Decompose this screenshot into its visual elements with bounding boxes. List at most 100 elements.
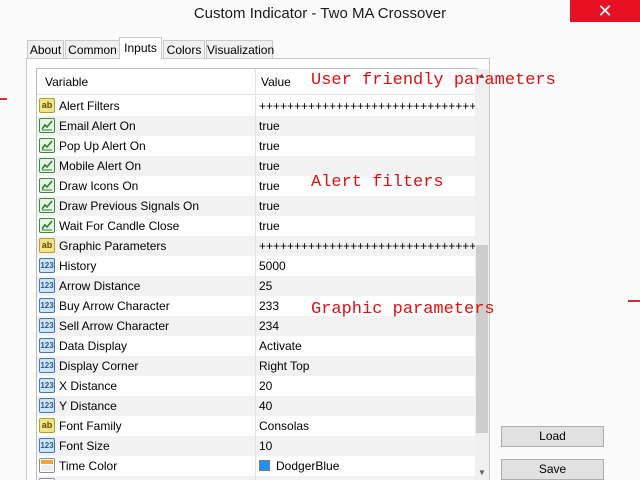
table-row[interactable]: Spread ColorRed <box>37 476 477 480</box>
variable-name: Pop Up Alert On <box>59 139 146 153</box>
table-row[interactable]: 123 Font Size 10 <box>37 436 477 456</box>
color-icon <box>39 458 55 473</box>
annotation-user-friendly: User friendly parameters <box>311 71 556 90</box>
load-button[interactable]: Load <box>501 426 604 447</box>
numeric-icon: 123 <box>39 318 55 333</box>
save-button[interactable]: Save <box>501 459 604 480</box>
table-row[interactable]: Time Color DodgerBlue <box>37 456 477 476</box>
cell-divider <box>255 456 256 476</box>
bool-icon <box>39 118 55 133</box>
tab-visualization[interactable]: Visualization <box>206 40 274 58</box>
table-row[interactable]: 123 History 5000 <box>37 256 477 276</box>
value-cell[interactable]: 5000 <box>259 259 286 273</box>
numeric-icon: 123 <box>39 338 55 353</box>
close-icon: ✕ <box>597 1 613 21</box>
cell-divider <box>255 176 256 196</box>
table-row[interactable]: Pop Up Alert On true <box>37 136 477 156</box>
value-cell[interactable]: 40 <box>259 399 272 413</box>
ab-text-icon: ab <box>39 98 55 113</box>
variable-name: Y Distance <box>59 399 117 413</box>
cell-divider <box>255 216 256 236</box>
numeric-icon: 123 <box>39 438 55 453</box>
value-cell[interactable]: true <box>259 159 280 173</box>
chart-line-fragment <box>0 98 7 100</box>
window-title: Custom Indicator - Two MA Crossover <box>193 5 447 22</box>
column-header-value[interactable]: Value <box>261 75 291 89</box>
table-row[interactable]: 123 Data Display Activate <box>37 336 477 356</box>
cell-divider <box>255 136 256 156</box>
tab-inputs[interactable]: Inputs <box>119 37 162 59</box>
scrollbar-thumb[interactable] <box>476 245 488 433</box>
variable-name: Time Color <box>59 459 118 473</box>
variable-name: Display Corner <box>59 359 139 373</box>
value-cell[interactable]: true <box>259 119 280 133</box>
variable-name: Graphic Parameters <box>59 239 167 253</box>
variable-name: Alert Filters <box>59 99 120 113</box>
variable-name: Draw Icons On <box>59 179 139 193</box>
chart-line-fragment <box>628 300 640 302</box>
cell-divider <box>255 276 256 296</box>
variable-name: Data Display <box>59 339 128 353</box>
variable-name: Mobile Alert On <box>59 159 142 173</box>
numeric-icon: 123 <box>39 278 55 293</box>
table-row[interactable]: 123 Arrow Distance 25 <box>37 276 477 296</box>
table-row[interactable]: 123 Y Distance 40 <box>37 396 477 416</box>
variable-name: Font Family <box>59 419 122 433</box>
table-row[interactable]: Draw Previous Signals On true <box>37 196 477 216</box>
value-cell[interactable]: 234 <box>259 319 279 333</box>
color-swatch[interactable] <box>259 460 270 471</box>
value-cell[interactable]: 233 <box>259 299 279 313</box>
grid-scrollbar[interactable]: ▲ ▼ <box>475 69 489 480</box>
value-cell[interactable]: true <box>259 199 280 213</box>
column-divider[interactable] <box>255 69 256 94</box>
cell-divider <box>255 376 256 396</box>
cell-divider <box>255 436 256 456</box>
variable-name: X Distance <box>59 379 118 393</box>
value-cell[interactable]: ++++++++++++++++++++++++++++++++ <box>259 239 477 253</box>
table-row[interactable]: 123 X Distance 20 <box>37 376 477 396</box>
cell-divider <box>255 96 256 116</box>
table-row[interactable]: Email Alert On true <box>37 116 477 136</box>
variable-name: Arrow Distance <box>59 279 141 293</box>
dialog-window: Custom Indicator - Two MA Crossover ✕ Ab… <box>0 0 640 480</box>
column-header-variable[interactable]: Variable <box>45 75 88 89</box>
value-cell[interactable]: Consolas <box>259 419 309 433</box>
annotation-alert-filters: Alert filters <box>311 173 444 192</box>
close-button[interactable]: ✕ <box>570 0 640 22</box>
title-bar[interactable]: Custom Indicator - Two MA Crossover ✕ <box>0 0 640 30</box>
bool-icon <box>39 138 55 153</box>
tab-common[interactable]: Common <box>65 40 120 58</box>
variable-name: Buy Arrow Character <box>59 299 170 313</box>
value-cell[interactable]: 20 <box>259 379 272 393</box>
tab-colors[interactable]: Colors <box>163 40 205 58</box>
value-cell[interactable]: true <box>259 139 280 153</box>
cell-divider <box>255 336 256 356</box>
table-row[interactable]: 123 Sell Arrow Character 234 <box>37 316 477 336</box>
tab-about[interactable]: About <box>27 40 64 58</box>
numeric-icon: 123 <box>39 378 55 393</box>
cell-divider <box>255 116 256 136</box>
numeric-icon: 123 <box>39 398 55 413</box>
numeric-icon: 123 <box>39 258 55 273</box>
table-row[interactable]: ab Graphic Parameters ++++++++++++++++++++… <box>37 236 477 256</box>
value-cell[interactable]: ++++++++++++++++++++++++++++++++ <box>259 99 477 113</box>
table-row[interactable]: 123 Display Corner Right Top <box>37 356 477 376</box>
cell-divider <box>255 256 256 276</box>
cell-divider <box>255 416 256 436</box>
ab-text-icon: ab <box>39 238 55 253</box>
value-cell[interactable]: Activate <box>259 339 302 353</box>
bool-icon <box>39 218 55 233</box>
table-row[interactable]: ab Alert Filters +++++++++++++++++++++++++… <box>37 96 477 116</box>
value-cell[interactable]: 10 <box>259 439 272 453</box>
value-cell[interactable]: DodgerBlue <box>276 459 339 473</box>
numeric-icon: 123 <box>39 358 55 373</box>
scroll-down-arrow-icon[interactable]: ▼ <box>475 466 489 480</box>
value-cell[interactable]: Right Top <box>259 359 309 373</box>
cell-divider <box>255 196 256 216</box>
value-cell[interactable]: true <box>259 219 280 233</box>
table-row[interactable]: Wait For Candle Close true <box>37 216 477 236</box>
value-cell[interactable]: 25 <box>259 279 272 293</box>
table-row[interactable]: ab Font Family Consolas <box>37 416 477 436</box>
cell-divider <box>255 156 256 176</box>
value-cell[interactable]: true <box>259 179 280 193</box>
